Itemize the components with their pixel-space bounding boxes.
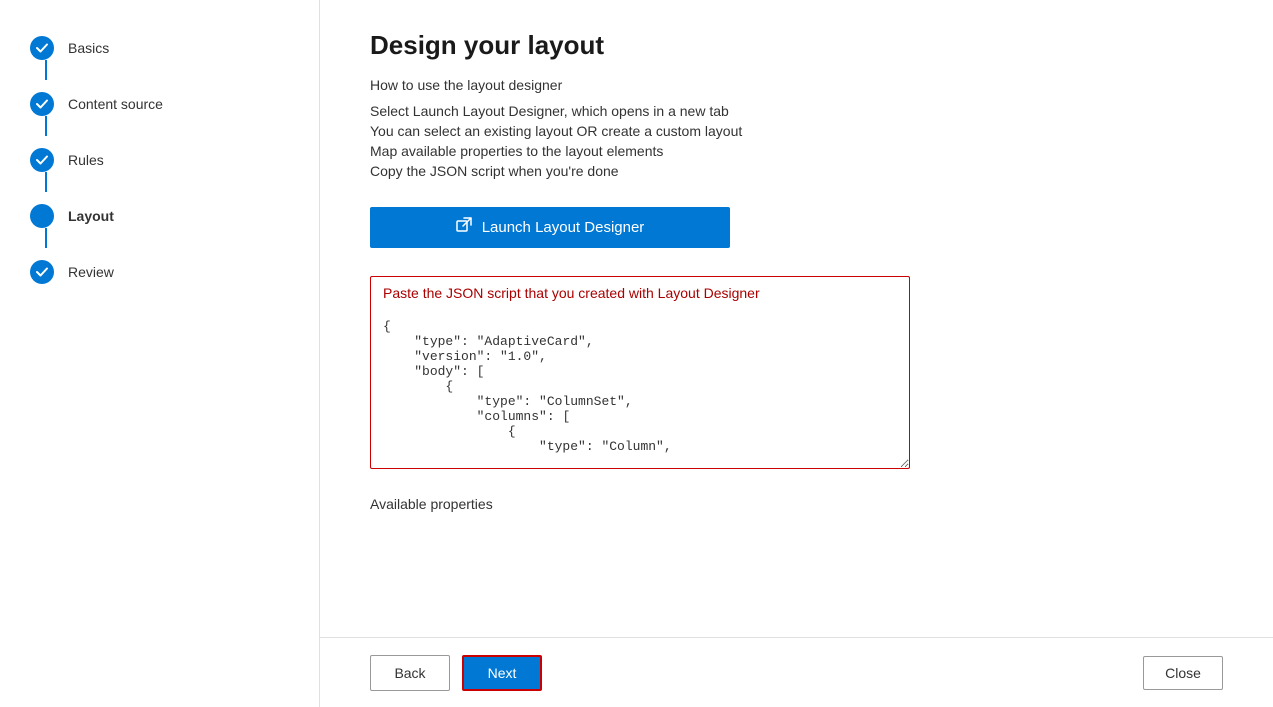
json-label: Paste the JSON script that you created w… — [370, 276, 910, 309]
sidebar-label-review: Review — [68, 264, 114, 280]
launch-external-icon — [456, 217, 472, 238]
sidebar-item-rules[interactable]: Rules — [0, 132, 319, 188]
step-icon-review — [30, 260, 54, 284]
main-content: Design your layout How to use the layout… — [320, 0, 1273, 707]
footer-left: Back Next — [370, 655, 542, 691]
instruction-3: Map available properties to the layout e… — [370, 143, 1223, 159]
step-icon-content-source — [30, 92, 54, 116]
content-area: Design your layout How to use the layout… — [320, 0, 1273, 637]
step-icon-rules — [30, 148, 54, 172]
instruction-1: Select Launch Layout Designer, which ope… — [370, 103, 1223, 119]
launch-layout-designer-button[interactable]: Launch Layout Designer — [370, 207, 730, 248]
footer: Back Next Close — [320, 637, 1273, 707]
close-button[interactable]: Close — [1143, 656, 1223, 690]
json-textarea[interactable] — [370, 309, 910, 469]
how-to-label: How to use the layout designer — [370, 77, 1223, 93]
step-icon-layout — [30, 204, 54, 228]
sidebar-item-content-source[interactable]: Content source — [0, 76, 319, 132]
sidebar-item-layout[interactable]: Layout — [0, 188, 319, 244]
sidebar-label-basics: Basics — [68, 40, 109, 56]
available-properties-label: Available properties — [370, 496, 1223, 512]
json-section: Paste the JSON script that you created w… — [370, 276, 1223, 472]
sidebar-label-rules: Rules — [68, 152, 104, 168]
instructions-list: Select Launch Layout Designer, which ope… — [370, 103, 1223, 179]
instruction-4: Copy the JSON script when you're done — [370, 163, 1223, 179]
launch-button-label: Launch Layout Designer — [482, 219, 645, 236]
page-title: Design your layout — [370, 30, 1223, 61]
sidebar-item-review[interactable]: Review — [0, 244, 319, 300]
sidebar: Basics Content source Rules Layout — [0, 0, 320, 707]
back-button[interactable]: Back — [370, 655, 450, 691]
sidebar-item-basics[interactable]: Basics — [0, 20, 319, 76]
sidebar-label-layout: Layout — [68, 208, 114, 224]
instruction-2: You can select an existing layout OR cre… — [370, 123, 1223, 139]
step-icon-basics — [30, 36, 54, 60]
next-button[interactable]: Next — [462, 655, 542, 691]
sidebar-label-content-source: Content source — [68, 96, 163, 112]
